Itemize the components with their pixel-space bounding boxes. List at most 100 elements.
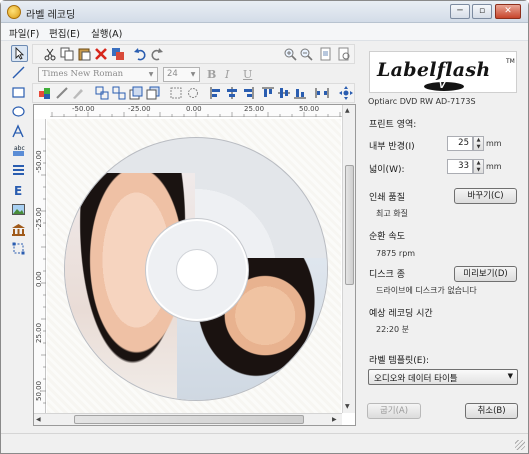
chevron-down-icon: ▼ [148, 71, 154, 78]
change-quality-button[interactable]: 바꾸기(C) [454, 188, 517, 204]
redo-icon[interactable] [150, 47, 164, 61]
cancel-button[interactable]: 취소(B) [465, 403, 518, 419]
scroll-up-icon[interactable]: ▲ [345, 107, 350, 114]
width-unit: mm [486, 162, 502, 171]
resize-grip-icon[interactable] [515, 440, 525, 450]
width-input[interactable]: 33 [447, 159, 473, 174]
h-ruler-tick-4: 25.00 [244, 105, 265, 113]
disc-workspace[interactable] [47, 119, 341, 413]
minimize-button[interactable]: ─ [450, 4, 470, 19]
inner-radius-input[interactable]: 25 [447, 136, 473, 151]
line-tool-icon[interactable] [11, 65, 28, 82]
align-right-icon[interactable] [241, 86, 255, 100]
underline-button[interactable]: U [243, 68, 256, 82]
bold-button[interactable]: B [207, 68, 220, 82]
chevron-down-icon: ▼ [507, 372, 513, 380]
paste-icon[interactable] [77, 47, 91, 61]
send-back-icon[interactable] [146, 86, 160, 100]
v-ruler-tick-4: 25.00 [35, 322, 43, 343]
inner-radius-stepper[interactable]: ▲ ▼ [473, 136, 484, 151]
inner-radius-unit: mm [486, 139, 502, 148]
brush-icon[interactable] [71, 86, 85, 100]
burn-button[interactable]: 굽기(A) [367, 403, 421, 419]
curved-text-tool-icon[interactable]: abc [11, 143, 28, 160]
align-bottom-icon[interactable] [293, 86, 307, 100]
ungroup-icon[interactable] [112, 86, 126, 100]
svg-text:E: E [14, 184, 22, 198]
vertical-ruler: -50.00 -25.00 0.00 25.00 50.00 [34, 119, 46, 413]
menu-file[interactable]: 파일(F) [9, 26, 39, 40]
menu-run[interactable]: 실행(A) [91, 26, 122, 40]
title-bar[interactable]: 라벨 레코딩 ─ ▫ ✕ [1, 1, 528, 23]
main-window: 라벨 레코딩 ─ ▫ ✕ 파일(F) 편집(E) 실행(A) abc E Tim… [0, 0, 529, 454]
horizontal-scrollbar[interactable]: ◀ ▶ [34, 413, 342, 425]
cut-icon[interactable] [43, 47, 57, 61]
fit-frame-tool-icon[interactable] [11, 241, 28, 258]
maximize-button[interactable]: ▫ [472, 4, 492, 19]
print-quality-value: 최고 화질 [376, 209, 408, 218]
window-title: 라벨 레코딩 [26, 10, 76, 21]
v-ruler-tick-1: -50.00 [35, 150, 43, 173]
rotate-icon[interactable] [186, 86, 200, 100]
group-icon[interactable] [95, 86, 109, 100]
bring-front-icon[interactable] [129, 86, 143, 100]
logo-wordmark: Labelflash [377, 59, 491, 81]
pen-icon[interactable] [55, 86, 69, 100]
svg-text:abc: abc [14, 145, 25, 152]
print-area-label: 프린트 영역: [369, 120, 417, 130]
text-tool-icon[interactable] [11, 124, 28, 141]
align-center-icon[interactable] [225, 86, 239, 100]
scroll-down-icon[interactable]: ▼ [345, 403, 350, 410]
h-ruler-tick-1: -50.00 [72, 105, 95, 113]
page-icon[interactable] [319, 47, 333, 61]
horizontal-scroll-thumb[interactable] [74, 415, 304, 424]
menu-edit[interactable]: 편집(E) [49, 26, 80, 40]
align-left-icon[interactable] [209, 86, 223, 100]
select-tool-icon[interactable] [11, 45, 28, 62]
estimated-time-label: 예상 레코딩 시간 [369, 309, 433, 319]
text-box-tool-icon[interactable]: E [11, 183, 28, 200]
italic-button[interactable]: I [225, 68, 238, 82]
image-tool-icon[interactable] [11, 202, 28, 219]
zoom-in-icon[interactable] [283, 47, 297, 61]
preview-button[interactable]: 미리보기(D) [454, 266, 517, 282]
print-preview-icon[interactable] [337, 47, 351, 61]
scroll-right-icon[interactable]: ▶ [332, 416, 337, 423]
font-size-dropdown[interactable]: 24 ▼ [163, 67, 200, 82]
font-name-dropdown[interactable]: Times New Roman ▼ [38, 67, 158, 82]
arrange-icon[interactable] [111, 47, 125, 61]
background-tool-icon[interactable] [11, 222, 28, 239]
vertical-scroll-thumb[interactable] [345, 165, 354, 285]
zoom-out-icon[interactable] [299, 47, 313, 61]
scroll-left-icon[interactable]: ◀ [36, 416, 41, 423]
arrange-toolbar [32, 83, 355, 103]
main-toolbar [32, 44, 355, 64]
menu-bar: 파일(F) 편집(E) 실행(A) [1, 23, 528, 41]
disc-type-label: 디스크 종 [369, 270, 405, 280]
delete-icon[interactable] [94, 47, 108, 61]
align-top-icon[interactable] [261, 86, 275, 100]
list-tool-icon[interactable] [11, 163, 28, 180]
copy-icon[interactable] [60, 47, 74, 61]
label-template-label: 라벨 템플릿(E): [369, 356, 430, 366]
align-middle-icon[interactable] [277, 86, 291, 100]
vertical-scrollbar[interactable]: ▲ ▼ [342, 105, 355, 413]
font-size-value: 24 [167, 69, 178, 79]
undo-icon[interactable] [133, 47, 147, 61]
close-button[interactable]: ✕ [495, 4, 521, 19]
label-template-dropdown[interactable]: 오디오와 데이터 타이틀 ▼ [368, 369, 518, 385]
center-on-disc-icon[interactable] [339, 86, 353, 100]
h-ruler-tick-3: 0.00 [186, 105, 202, 113]
disc-label-preview[interactable] [64, 137, 328, 401]
rectangle-tool-icon[interactable] [11, 85, 28, 102]
width-label: 넓이(W): [369, 165, 405, 175]
resize-icon[interactable] [169, 86, 183, 100]
status-bar [1, 433, 528, 453]
distribute-icon[interactable] [315, 86, 329, 100]
width-stepper[interactable]: ▲ ▼ [473, 159, 484, 174]
logo-trademark: TM [506, 58, 515, 65]
ellipse-tool-icon[interactable] [11, 104, 28, 121]
h-ruler-tick-2: -25.00 [128, 105, 151, 113]
color-fill-icon[interactable] [38, 86, 52, 100]
horizontal-ruler: -50.00 -25.00 0.00 25.00 50.00 [50, 105, 342, 117]
